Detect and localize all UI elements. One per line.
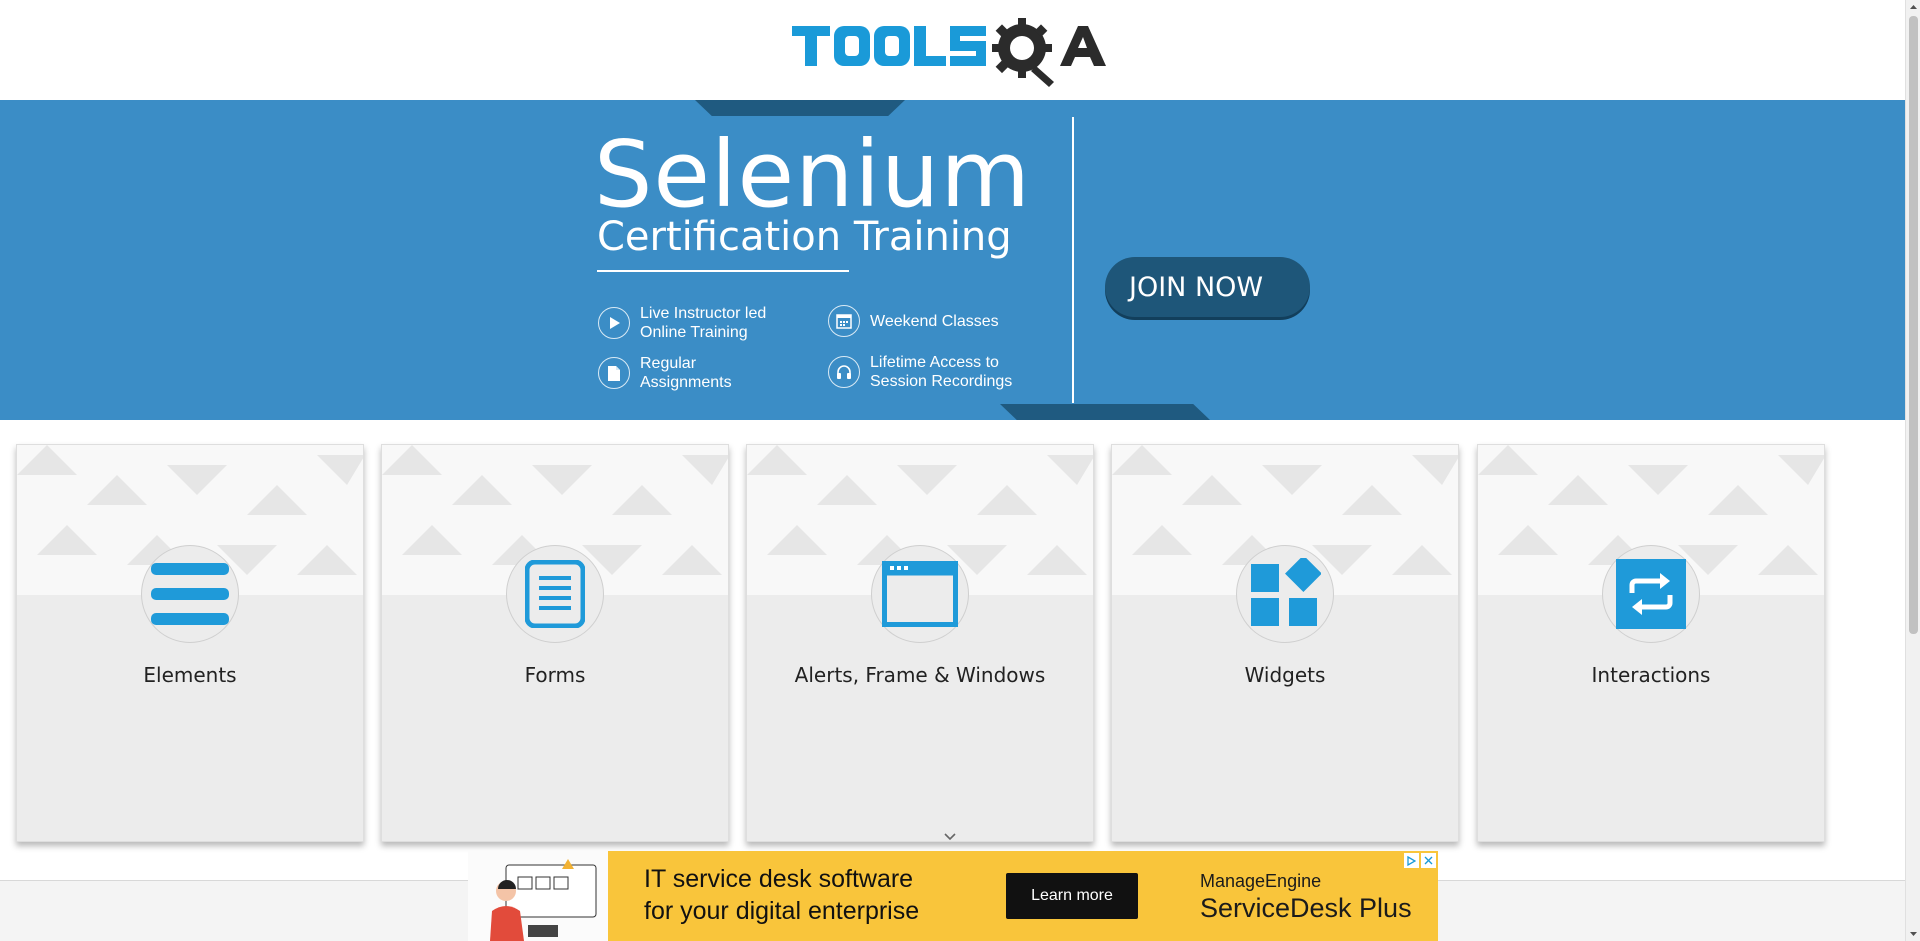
feature-label: Online Training: [640, 324, 748, 341]
ad-headline-line: for your digital enterprise: [644, 897, 920, 925]
page: Selenium Certification Training Live Ins…: [0, 0, 1905, 941]
join-now-button[interactable]: JOIN NOW: [1105, 257, 1310, 317]
card-title: Forms: [524, 663, 586, 687]
feature-label: Assignments: [640, 374, 732, 391]
ad-headline: IT service desk software for your digita…: [644, 863, 919, 927]
chevron-down-icon[interactable]: [943, 832, 957, 842]
feature-label: Live Instructor led: [640, 305, 767, 322]
category-card-alerts-frame-windows[interactable]: Alerts, Frame & Windows: [746, 444, 1094, 842]
play-icon: [598, 307, 630, 339]
category-card-forms[interactable]: Forms: [381, 444, 729, 842]
banner-accent-strip: [1000, 404, 1210, 420]
toolsqa-logo[interactable]: [790, 14, 1116, 90]
card-title: Interactions: [1591, 663, 1711, 687]
scroll-up-arrow-icon[interactable]: [1906, 0, 1920, 15]
swap-arrows-icon: [1602, 545, 1700, 643]
banner-underline: [597, 270, 849, 272]
ad-illustration: [468, 851, 608, 941]
card-title: Widgets: [1244, 663, 1326, 687]
scrollbar-thumb[interactable]: [1909, 16, 1918, 634]
category-card-widgets[interactable]: Widgets: [1111, 444, 1459, 842]
banner-subtitle: Certification Training: [597, 214, 1012, 260]
feature-label: Lifetime Access to: [870, 354, 999, 371]
feature-label: Regular: [640, 355, 697, 372]
advertisement-banner[interactable]: IT service desk software for your digita…: [468, 851, 1438, 941]
card-title: Elements: [143, 663, 237, 687]
widgets-grid-icon: [1236, 545, 1334, 643]
banner-divider: [1072, 117, 1074, 403]
form-document-icon: [506, 545, 604, 643]
card-title: Alerts, Frame & Windows: [794, 663, 1046, 687]
calendar-icon: [828, 305, 860, 337]
feature-label: Weekend Classes: [870, 312, 999, 330]
selenium-training-banner[interactable]: Selenium Certification Training Live Ins…: [0, 100, 1905, 420]
ad-product-name: ServiceDesk Plus: [1200, 893, 1412, 923]
category-card-elements[interactable]: Elements: [16, 444, 364, 842]
browser-window-icon: [871, 545, 969, 643]
category-card-interactions[interactable]: Interactions: [1477, 444, 1825, 842]
banner-accent-strip: [695, 100, 905, 116]
feature-weekend-classes: Weekend Classes: [828, 305, 999, 337]
ad-brand-name: ManageEngine: [1200, 871, 1322, 891]
learn-more-button[interactable]: Learn more: [1006, 873, 1138, 919]
feature-live-instructor: Live Instructor led Online Training: [598, 304, 766, 342]
ad-headline-line: IT service desk software: [644, 865, 914, 893]
adchoices-icon[interactable]: [1404, 853, 1419, 868]
feature-lifetime-access: Lifetime Access to Session Recordings: [828, 353, 1012, 391]
ad-controls: [1404, 853, 1436, 868]
feature-label: Session Recordings: [870, 373, 1013, 390]
header: [0, 0, 1905, 100]
feature-regular-assignments: Regular Assignments: [598, 354, 732, 392]
close-icon[interactable]: [1421, 853, 1436, 868]
headphones-icon: [828, 356, 860, 388]
scroll-down-arrow-icon[interactable]: [1906, 926, 1920, 941]
list-lines-icon: [141, 545, 239, 643]
document-icon: [598, 357, 630, 389]
vertical-scrollbar[interactable]: [1905, 0, 1920, 941]
